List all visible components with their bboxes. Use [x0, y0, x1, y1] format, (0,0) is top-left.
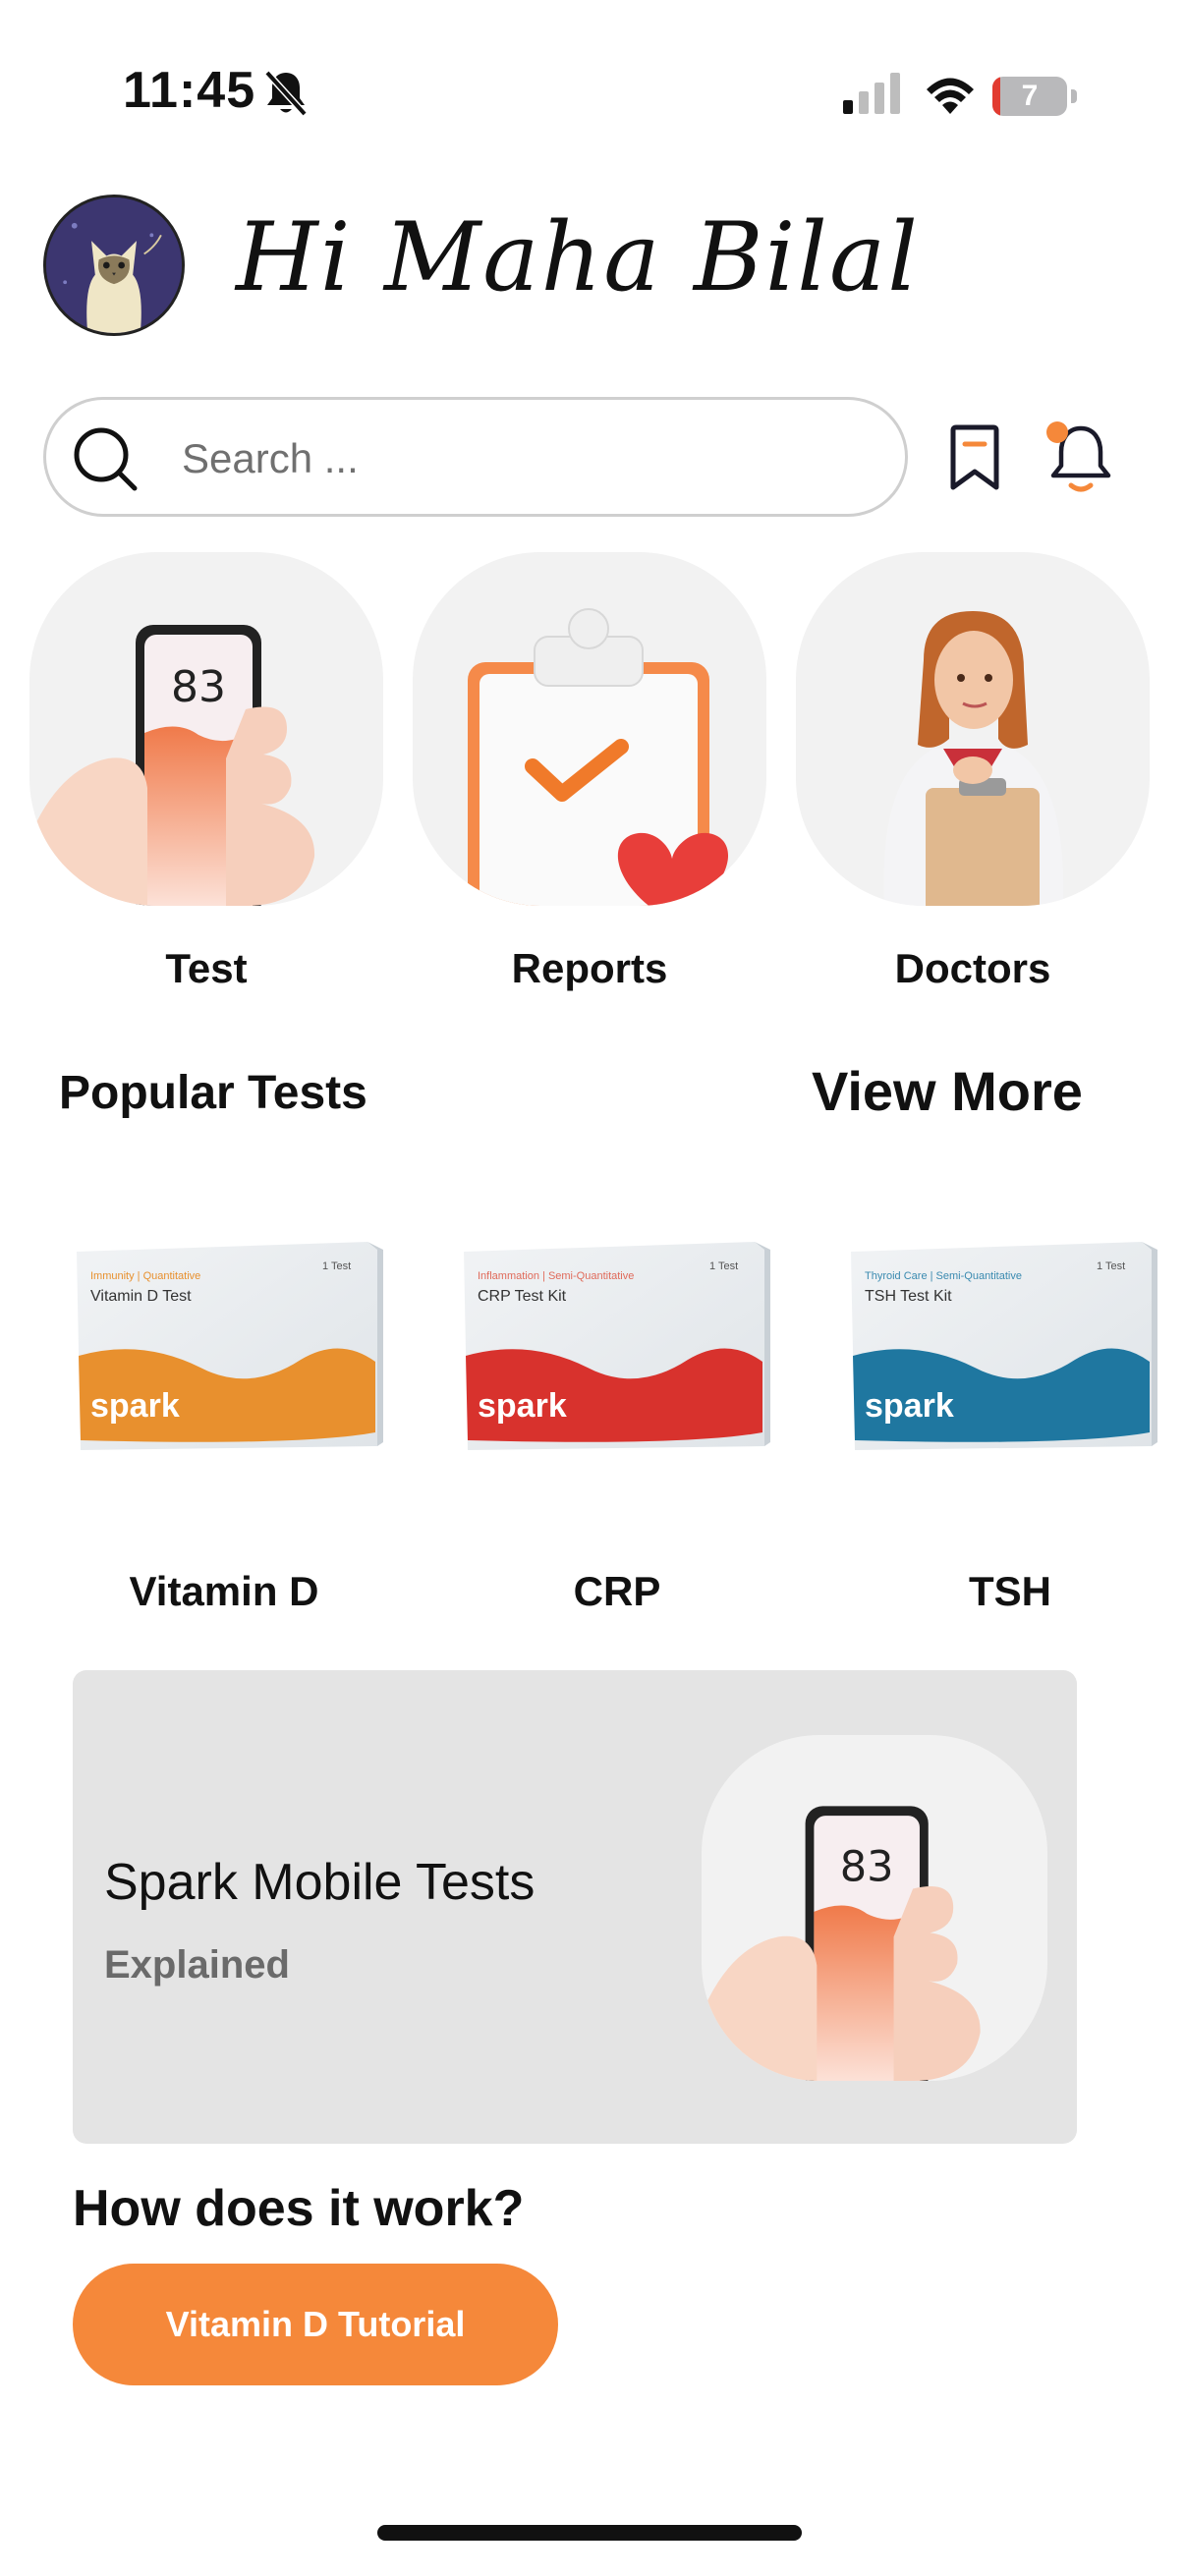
banner-phone-illustration: 83: [702, 1735, 1047, 2081]
tsh-box-title: TSH Test Kit: [865, 1288, 952, 1305]
doctor-illustration: [883, 611, 1064, 906]
status-time: 11:45: [123, 62, 256, 119]
test-reading-label: 83: [171, 662, 226, 712]
phone-test-illustration: 83: [29, 625, 315, 906]
search-icon: [74, 427, 138, 491]
tsh-test-label: TSH: [969, 1568, 1051, 1614]
vitamin-d-test-label: Vitamin D: [129, 1568, 319, 1614]
category-test-tile[interactable]: 83: [29, 552, 383, 906]
tsh-kit-image[interactable]: Thyroid Care | Semi-Quantitative TSH Tes…: [847, 1240, 1157, 1456]
how-it-works-title: How does it work?: [73, 2180, 525, 2237]
wifi-icon: [927, 78, 974, 114]
banner-reading-label: 83: [840, 1843, 894, 1892]
banner-title: Spark Mobile Tests: [104, 1854, 536, 1911]
vitamin-d-tutorial-button[interactable]: Vitamin D Tutorial: [73, 2264, 558, 2385]
category-doctors-tile[interactable]: [796, 552, 1150, 906]
tsh-box-brand: spark: [865, 1387, 954, 1425]
category-doctors-label: Doctors: [894, 945, 1051, 991]
notification-bell-icon[interactable]: [1044, 419, 1118, 497]
silent-mode-icon: [264, 70, 308, 117]
vitamin-d-box-tag: Immunity | Quantitative: [90, 1270, 200, 1282]
cat-avatar-image: [46, 197, 182, 333]
vitamin-d-box-title: Vitamin D Test: [90, 1288, 192, 1305]
category-reports-label: Reports: [511, 945, 668, 991]
crp-kit-image[interactable]: Inflammation | Semi-Quantitative CRP Tes…: [460, 1240, 770, 1456]
avatar[interactable]: [43, 195, 185, 336]
crp-box-brand: spark: [478, 1387, 567, 1425]
search-bar[interactable]: [43, 397, 908, 517]
category-reports-tile[interactable]: [413, 552, 766, 906]
crp-box-title: CRP Test Kit: [478, 1288, 567, 1305]
popular-tests-title: Popular Tests: [59, 1067, 367, 1119]
battery-icon: 7: [992, 77, 1077, 116]
bookmark-icon[interactable]: [945, 424, 1004, 491]
tsh-box-count: 1 Test: [1097, 1260, 1125, 1272]
category-test-label: Test: [165, 945, 248, 991]
crp-box-tag: Inflammation | Semi-Quantitative: [478, 1270, 634, 1282]
tsh-box-tag: Thyroid Care | Semi-Quantitative: [865, 1270, 1022, 1282]
battery-level: 7: [1021, 80, 1039, 112]
greeting-title: Hi Maha Bilal: [236, 202, 920, 312]
clipboard-report-illustration: [468, 608, 729, 906]
vitamin-d-kit-image[interactable]: Immunity | Quantitative Vitamin D Test 1…: [73, 1240, 383, 1456]
search-input[interactable]: [180, 425, 872, 492]
crp-test-label: CRP: [573, 1568, 661, 1614]
view-more-link[interactable]: View More: [812, 1059, 1083, 1123]
cellular-signal-icon: [843, 73, 900, 114]
vitamin-d-box-count: 1 Test: [322, 1260, 351, 1272]
banner-subtitle: Explained: [104, 1943, 290, 1987]
vitamin-d-box-brand: spark: [90, 1387, 180, 1425]
home-indicator[interactable]: [377, 2525, 802, 2541]
crp-box-count: 1 Test: [709, 1260, 738, 1272]
